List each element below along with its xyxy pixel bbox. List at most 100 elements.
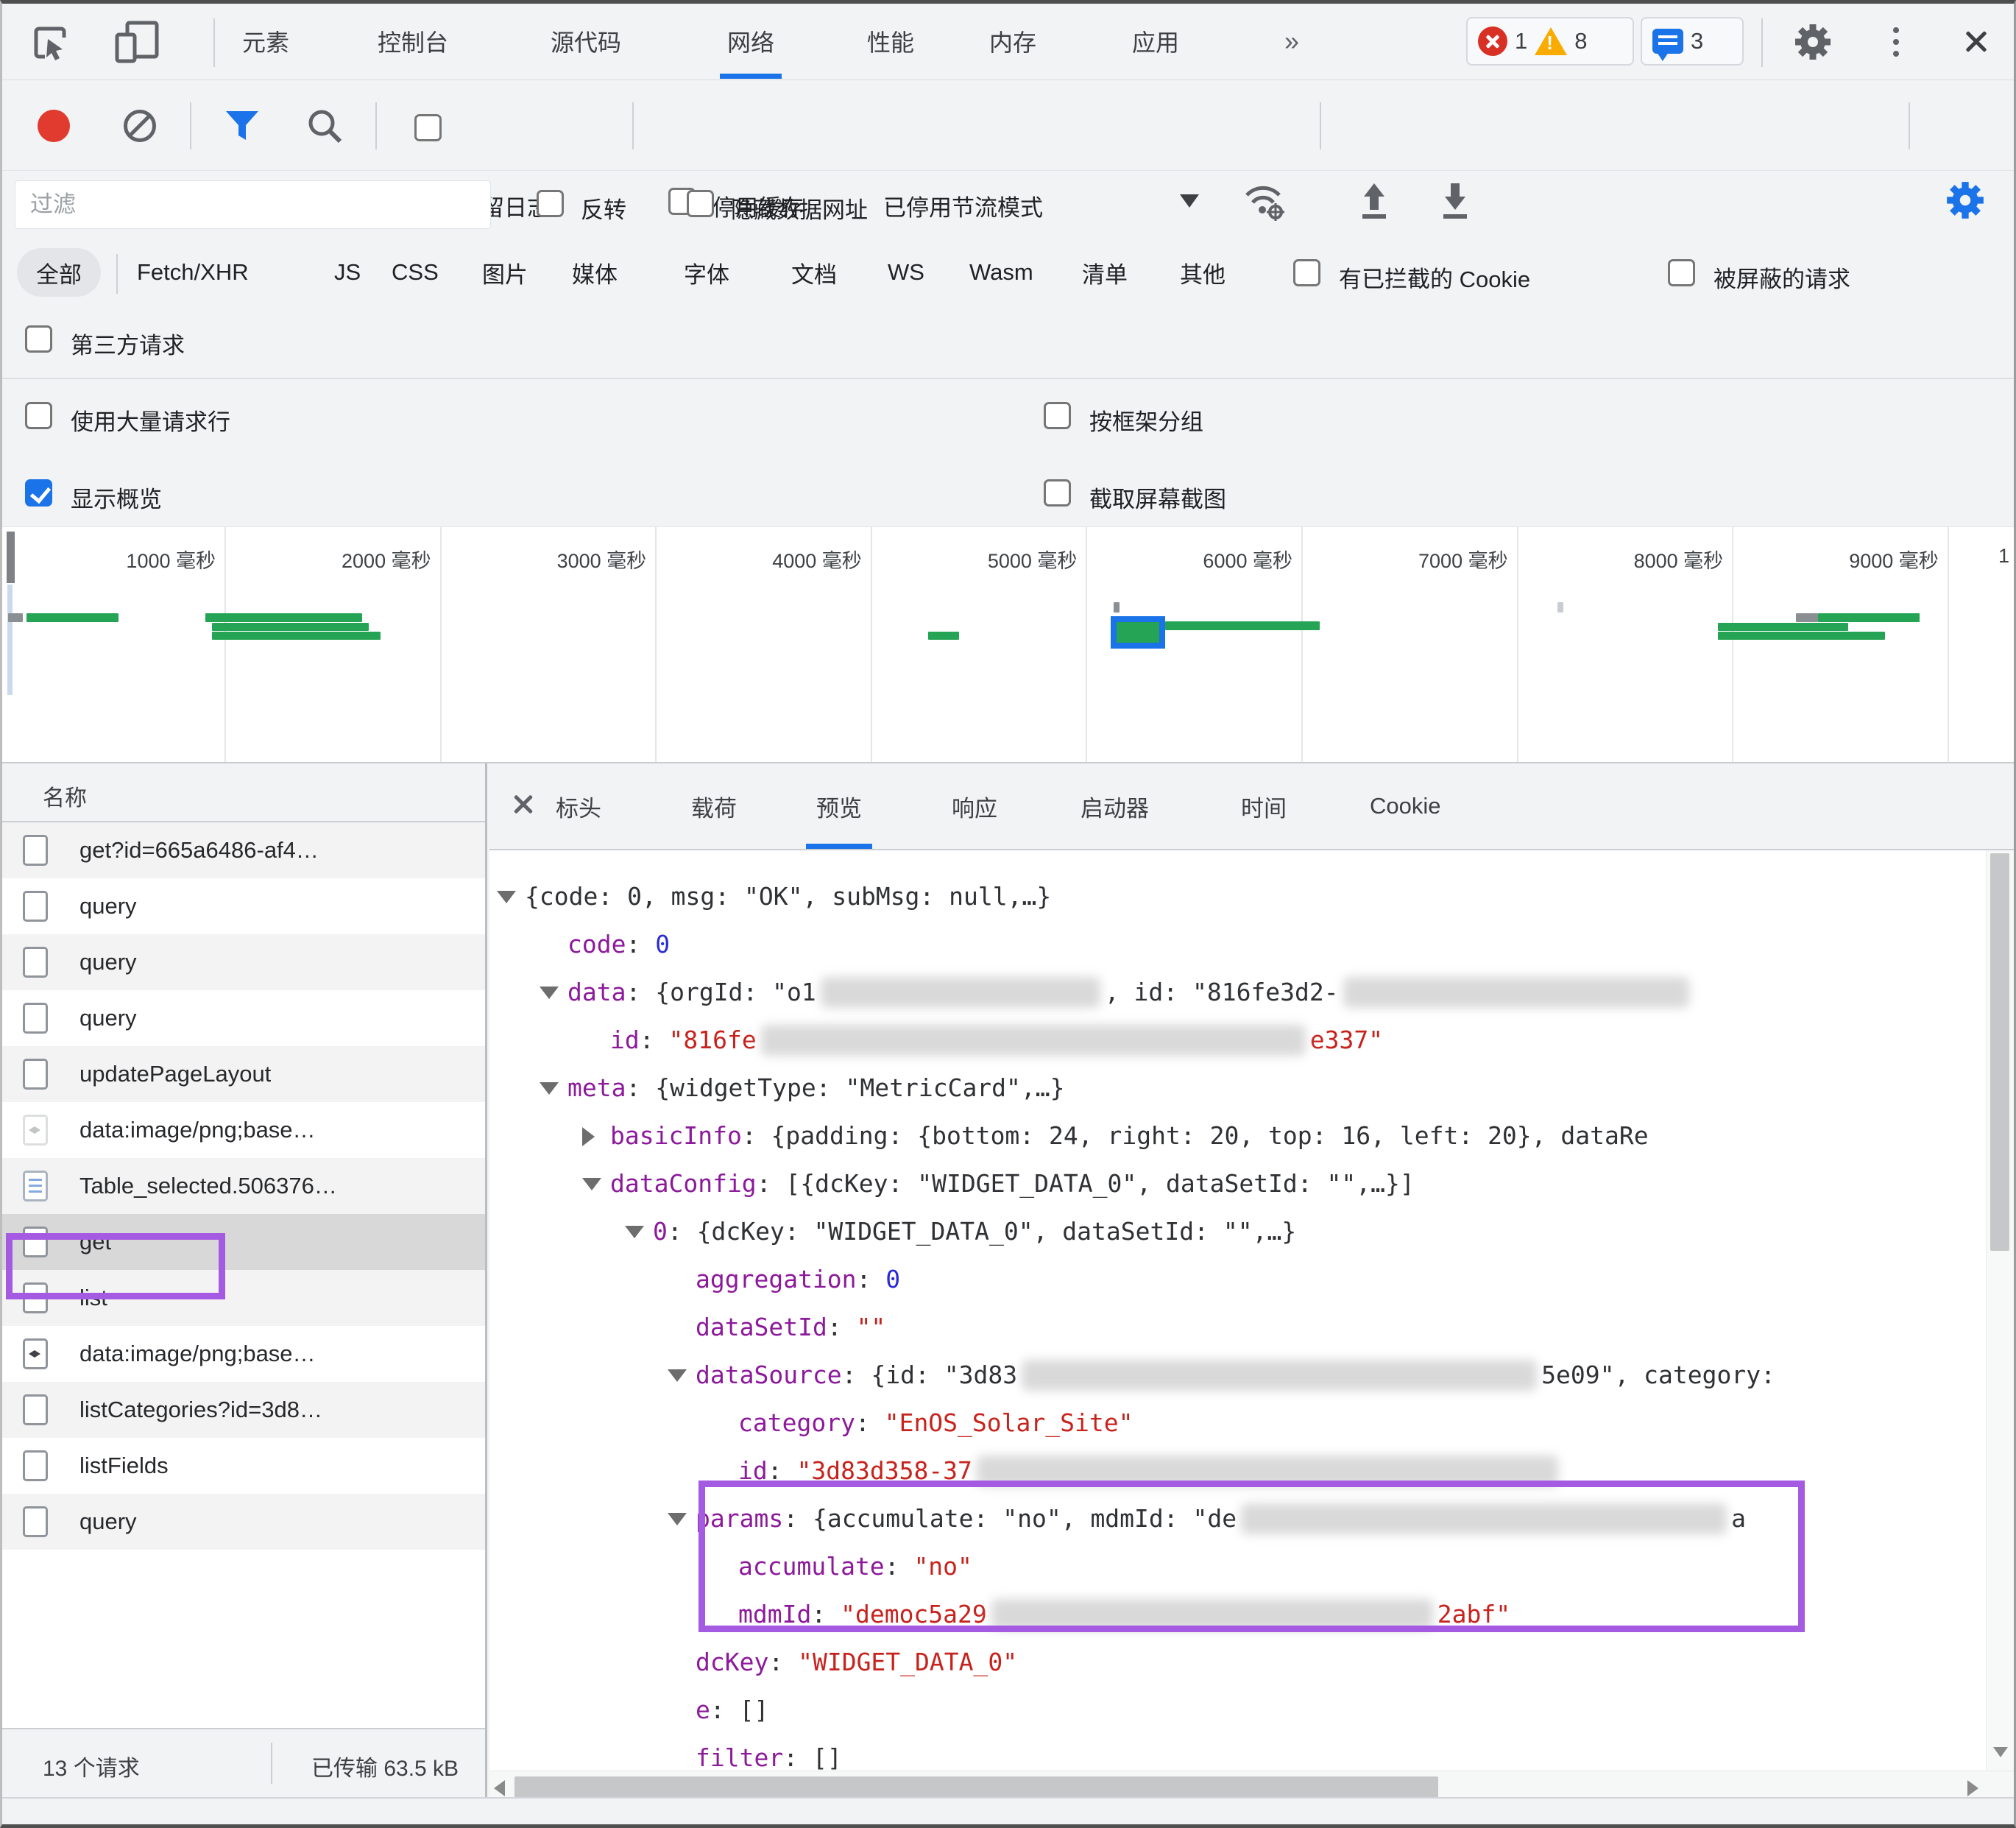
type-chip-css[interactable]: CSS	[392, 248, 439, 297]
request-row-Table_selected506376[interactable]: Table_selected.506376…	[2, 1158, 485, 1214]
type-chip-[interactable]: 文档	[791, 248, 837, 297]
request-row-listFields[interactable]: listFields	[2, 1438, 485, 1494]
json-line-15: mdmId: "democ5a29 2abf"	[738, 1598, 1511, 1630]
type-chip-[interactable]: 全部	[17, 248, 101, 297]
request-row-updatePageLayout[interactable]: updatePageLayout	[2, 1046, 485, 1102]
request-row-getid665a6486af4[interactable]: get?id=665a6486-af4…	[2, 822, 485, 878]
request-row-listCategoriesid3d8[interactable]: listCategories?id=3d8…	[2, 1382, 485, 1438]
overview-request-bar	[1165, 621, 1320, 630]
request-row-query[interactable]: query	[2, 1494, 485, 1550]
clear-icon[interactable]	[124, 110, 156, 142]
blocked-cookies-label: 有已拦截的 Cookie	[1339, 267, 1531, 292]
expand-arrow-down-icon[interactable]	[668, 1369, 687, 1382]
inspect-element-icon[interactable]	[30, 23, 70, 63]
expand-arrow-down-icon[interactable]	[582, 1178, 601, 1190]
panel-tab-5[interactable]: 性能	[867, 4, 914, 79]
blocked-requests-checkbox[interactable]	[1668, 259, 1695, 286]
issues-badge[interactable]: 1 8	[1466, 17, 1634, 66]
divider	[2, 378, 2014, 379]
json-line-13: params: {accumulate: "no", mdmId: "de a	[696, 1503, 1746, 1534]
request-row-list[interactable]: list	[2, 1270, 485, 1326]
json-line-7: 0: {dcKey: "WIDGET_DATA_0", dataSetId: "…	[653, 1217, 1297, 1246]
name-column-header[interactable]: 名称	[2, 763, 485, 822]
expand-arrow-down-icon[interactable]	[497, 891, 516, 903]
detail-tab-4[interactable]: 响应	[952, 763, 997, 849]
request-row-query[interactable]: query	[2, 990, 485, 1046]
more-tabs-icon[interactable]: »	[1284, 4, 1299, 79]
option-checkbox-1[interactable]	[1044, 402, 1071, 429]
messages-badge[interactable]: 3	[1641, 17, 1744, 66]
preserve-log-checkbox[interactable]	[414, 114, 442, 141]
detail-tab-2[interactable]: 载荷	[691, 763, 737, 849]
timeline-tick-label: 2000 毫秒	[342, 550, 431, 572]
export-har-icon[interactable]	[1436, 180, 1474, 222]
filter-funnel-icon[interactable]	[223, 108, 261, 145]
panel-tab-4[interactable]: 网络	[719, 4, 782, 79]
request-row-dataimagepngbase[interactable]: data:image/png;base…	[2, 1326, 485, 1382]
network-settings-gear-icon[interactable]	[1944, 179, 1987, 222]
option-checkbox-2[interactable]	[25, 479, 52, 507]
request-row-query[interactable]: query	[2, 878, 485, 934]
overview-request-bar	[26, 613, 119, 622]
scroll-right-icon[interactable]	[1967, 1780, 1978, 1796]
error-icon	[1478, 27, 1507, 56]
close-detail-icon[interactable]	[510, 791, 537, 818]
panel-tab-2[interactable]: 控制台	[378, 4, 448, 79]
hide-data-urls-checkbox[interactable]	[687, 190, 714, 217]
third-party-checkbox[interactable]	[25, 325, 52, 353]
horizontal-scrollbar-thumb[interactable]	[514, 1776, 1438, 1799]
invert-checkbox[interactable]	[537, 190, 564, 217]
expand-arrow-right-icon[interactable]	[582, 1127, 595, 1146]
panel-tab-6[interactable]: 内存	[989, 4, 1036, 79]
expand-arrow-down-icon[interactable]	[540, 1082, 559, 1095]
type-chip-js[interactable]: JS	[334, 248, 361, 297]
device-toolbar-icon[interactable]	[114, 20, 160, 64]
detail-tab-7[interactable]: Cookie	[1370, 763, 1441, 849]
detail-tab-6[interactable]: 时间	[1241, 763, 1287, 849]
kebab-menu-icon[interactable]	[1893, 27, 1899, 57]
expand-arrow-down-icon[interactable]	[625, 1226, 644, 1238]
vertical-scrollbar[interactable]	[1986, 850, 2014, 1771]
request-name: listFields	[79, 1453, 169, 1478]
type-chip-[interactable]: 其他	[1180, 248, 1225, 297]
throttling-select[interactable]: 已停用节流模式	[883, 189, 1043, 222]
panel-tab-3[interactable]: 源代码	[551, 4, 621, 79]
type-chip-[interactable]: 字体	[684, 248, 729, 297]
search-icon[interactable]	[305, 107, 344, 145]
request-row-query[interactable]: query	[2, 934, 485, 990]
panel-tab-1[interactable]: 元素	[242, 4, 289, 79]
scroll-down-icon[interactable]	[1993, 1747, 2008, 1757]
filter-input[interactable]	[15, 180, 491, 229]
redacted-blur	[820, 976, 1100, 1008]
document-file-icon	[23, 947, 48, 978]
close-devtools-icon[interactable]	[1962, 27, 1991, 57]
timeline-overview[interactable]: 1000 毫秒 2000 毫秒 3000 毫秒 4000 毫秒 5000 毫秒 6000 …	[2, 526, 2014, 763]
type-chip-[interactable]: 媒体	[572, 248, 618, 297]
blocked-cookies-checkbox[interactable]	[1293, 259, 1320, 286]
request-row-dataimagepngbase[interactable]: data:image/png;base…	[2, 1102, 485, 1158]
import-har-icon[interactable]	[1355, 180, 1393, 222]
panel-tab-7[interactable]: 应用	[1132, 4, 1179, 79]
option-checkbox-3[interactable]	[1044, 479, 1071, 507]
detail-tab-5[interactable]: 启动器	[1080, 763, 1149, 849]
timeline-tick-label: 9000 毫秒	[1849, 550, 1939, 572]
detail-tab-3[interactable]: 预览	[806, 763, 872, 849]
type-chip-[interactable]: 图片	[482, 248, 528, 297]
record-icon[interactable]	[38, 110, 70, 142]
network-conditions-icon[interactable]	[1242, 179, 1287, 222]
expand-arrow-down-icon[interactable]	[668, 1513, 687, 1525]
option-checkbox-0[interactable]	[25, 402, 52, 429]
settings-gear-icon[interactable]	[1792, 21, 1833, 63]
throttling-dropdown-icon[interactable]	[1180, 194, 1199, 208]
request-row-get[interactable]: get	[2, 1214, 485, 1270]
type-chip-[interactable]: 清单	[1082, 248, 1128, 297]
type-chip-ws[interactable]: WS	[888, 248, 924, 297]
expand-arrow-down-icon[interactable]	[540, 987, 559, 999]
warning-icon	[1535, 27, 1568, 55]
detail-tab-1[interactable]: 标头	[556, 763, 601, 849]
type-chip-wasm[interactable]: Wasm	[969, 248, 1033, 297]
vertical-scrollbar-thumb[interactable]	[1990, 853, 2009, 1251]
type-chip-fetchxhr[interactable]: Fetch/XHR	[137, 248, 249, 297]
scroll-left-icon[interactable]	[494, 1780, 505, 1796]
document-file-icon	[23, 1003, 48, 1034]
